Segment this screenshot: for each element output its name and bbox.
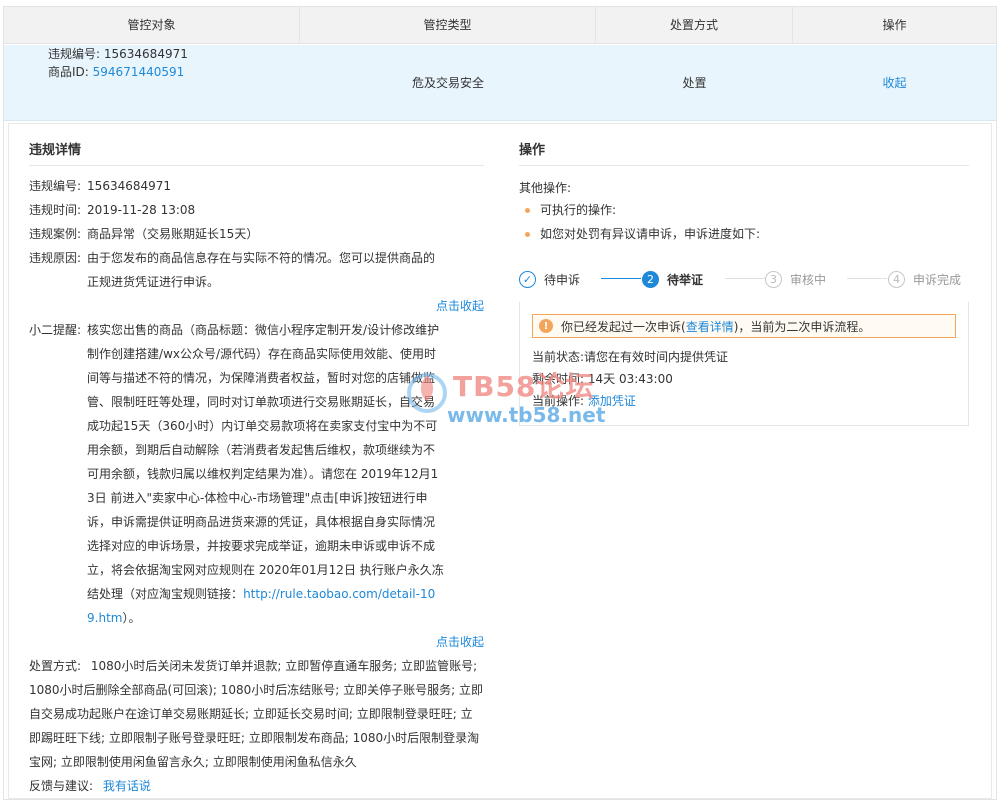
watermark-title: TB58论坛 [453,370,595,403]
handling-method-cell: 处置 [682,76,707,90]
violation-number-line: 违规编号: 15634684971 [48,45,188,63]
product-id-label: 商品ID: [48,64,89,79]
handling-label: 处置方式: [29,659,82,673]
reminder-label: 小二提醒: [29,323,82,337]
step-label: 待举证 [667,272,704,287]
step-under-review: 3 审核中 [765,266,826,292]
detail-field-time: 违规时间: 2019-11-28 13:08 [29,198,484,222]
feedback-block: 反馈与建议: 我有话说 [29,774,484,798]
product-id-line: 商品ID: 594671440591 [48,63,184,81]
table-row: 违规编号: 15634684971 商品ID: 594671440591 危及交… [4,45,996,121]
handling-block: 处置方式: 1080小时后关闭未发货订单并退款; 立即暂停直通车服务; 立即监管… [29,654,484,774]
warning-text-end: )，当前为二次申诉流程。 [733,319,871,334]
bullet-dot-icon [525,207,530,213]
step-connector [847,278,887,279]
other-operations-label: 其他操作: [519,181,572,195]
feedback-link[interactable]: 我有话说 [97,779,151,793]
step-label: 审核中 [790,272,827,287]
forum-watermark: TB58论坛 www.tb58.net [405,355,655,435]
bullet-appeal: 如您对处罚有异议请申诉，申诉进度如下: [519,222,969,246]
violation-details-section: 违规详情 违规编号: 15634684971 违规时间: 2019-11-28 … [29,136,484,798]
header-handling-method: 处置方式 [596,7,793,44]
detail-field-reason: 违规原因: 由于您发布的商品信息存在与实际不符的情况。您可以提供商品的正规进货凭… [29,246,484,294]
bullet-text: 如您对处罚有异议请申诉，申诉进度如下: [540,227,761,241]
bullet-text: 可执行的操作: [540,203,617,217]
header-control-object: 管控对象 [4,7,300,44]
action-cell: 收起 [793,45,996,121]
step-number-icon: 4 [888,270,905,288]
field-label: 违规时间: [29,203,82,217]
field-label: 违规编号: [29,179,82,193]
step-pending-appeal: ✓ 待申诉 [519,266,580,292]
collapse-row-link[interactable]: 收起 [882,74,906,91]
bullet-dot-icon [525,231,530,237]
appeal-progress-steps: ✓ 待申诉 2 待举证 3 审核中 4 申诉完成 [519,266,969,292]
field-label: 违规案例: [29,227,82,241]
operations-title: 操作 [519,136,969,166]
step-connector [601,278,641,279]
collapse-reminder-container: 点击收起 [29,630,484,654]
second-appeal-warning: ! 你已经发起过一次申诉(查看详情)，当前为二次申诉流程。 [532,314,956,338]
header-control-type: 管控类型 [300,7,596,44]
collapse-reason-link[interactable]: 点击收起 [436,299,484,313]
collapse-reason-container: 点击收起 [29,294,484,318]
step-pending-evidence: 2 待举证 [642,266,703,292]
control-type-cell: 危及交易安全 [411,76,484,90]
handling-text: 1080小时后关闭未发货订单并退款; 立即暂停直通车服务; 立即监管账号; 10… [29,659,484,769]
view-details-link[interactable]: 查看详情 [686,318,734,335]
reminder-text: 核实您出售的商品（商品标题：微信小程序定制开发/设计修改维护制作创建搭建/wx公… [87,323,444,601]
field-value: 2019-11-28 13:08 [87,203,196,217]
step-connector [725,278,765,279]
watermark-url: www.tb58.net [447,403,606,427]
field-value: 商品异常（交易账期延长15天） [87,227,259,241]
field-value: 15634684971 [87,179,172,193]
step-number-icon: 3 [765,270,782,288]
field-label: 违规原因: [29,251,82,265]
step-check-icon: ✓ [519,270,536,288]
violation-number-value: 15634684971 [103,46,188,61]
violation-details-title: 违规详情 [29,136,484,166]
detail-field-number: 违规编号: 15634684971 [29,174,484,198]
step-appeal-complete: 4 申诉完成 [888,266,961,292]
detail-field-case: 违规案例: 商品异常（交易账期延长15天） [29,222,484,246]
field-value: 由于您发布的商品信息存在与实际不符的情况。您可以提供商品的正规进货凭证进行申诉。 [87,251,436,289]
collapse-reminder-link[interactable]: 点击收起 [436,635,484,649]
step-label: 待申诉 [544,272,581,287]
detail-panel: 违规详情 违规编号: 15634684971 违规时间: 2019-11-28 … [8,123,992,799]
control-object-cell: 违规编号: 15634684971 商品ID: 594671440591 [4,45,300,121]
warning-text: 你已经发起过一次申诉( [561,319,686,334]
header-action: 操作 [882,18,907,32]
step-label: 申诉完成 [913,272,962,287]
table-header: 管控对象 管控类型 处置方式 操作 [4,7,996,44]
product-id-link[interactable]: 594671440591 [93,65,185,79]
reminder-end: ）。 [122,611,141,625]
step-number-icon: 2 [642,270,659,288]
exclamation-icon: ! [539,319,553,333]
violation-number-label: 违规编号: [48,46,101,61]
feedback-label: 反馈与建议: [29,779,94,793]
operations-section: 操作 其他操作: 可执行的操作: 如您对处罚有异议请申诉，申诉进度如下: ✓ 待… [519,136,969,426]
bullet-executable: 可执行的操作: [519,198,969,222]
